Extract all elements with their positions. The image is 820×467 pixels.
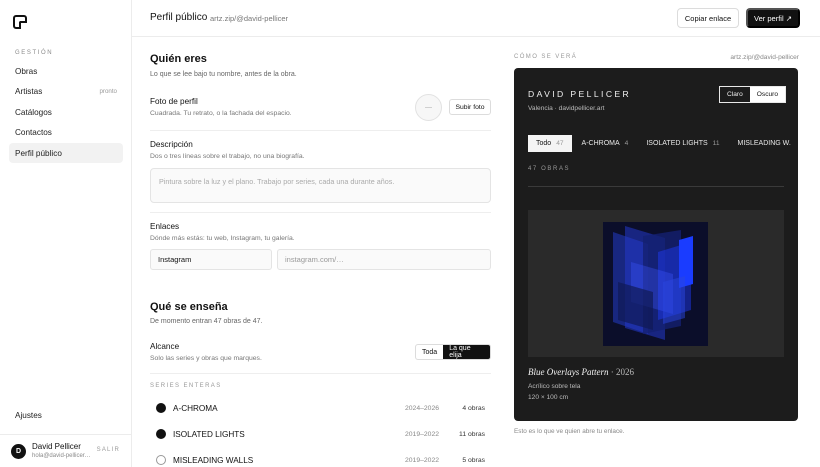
series-name: MISLEADING WALLS: [173, 455, 254, 465]
top-bar: Perfil público artz.zip/@david-pellicer …: [132, 0, 820, 37]
scope-toggle: Toda La que elija: [415, 344, 491, 360]
sidebar-item-catalogos[interactable]: Catálogos: [9, 102, 123, 122]
links-help: Dónde más estás: tu web, Instagram, tu g…: [150, 235, 295, 242]
tab-label: Todo: [536, 140, 552, 147]
sidebar-item-artistas[interactable]: Artistas pronto: [9, 82, 123, 102]
sidebar-item-label: Artistas: [15, 87, 43, 96]
series-checkbox[interactable]: [156, 429, 166, 439]
avatar: D: [11, 443, 26, 459]
preview-works-count: 47 OBRAS: [528, 166, 571, 172]
preview-label: CÓMO SE VERÁ: [514, 54, 578, 60]
preview-tab-misleading-walls[interactable]: MISLEADING W.: [730, 135, 798, 152]
artwork-dimensions: 120 × 100 cm: [528, 394, 569, 401]
sidebar-item-label: Catálogos: [15, 107, 52, 117]
page-title: Perfil público: [150, 12, 208, 23]
artwork-graphic: [603, 222, 708, 346]
nav-section-label: GESTIÓN: [15, 50, 54, 56]
tab-count: 47: [556, 140, 564, 147]
series-checkbox[interactable]: [156, 403, 166, 413]
coming-soon-badge: pronto: [99, 88, 117, 95]
divider: [150, 130, 491, 131]
divider: [528, 186, 784, 187]
copy-link-button[interactable]: Copiar enlace: [677, 8, 739, 28]
sidebar-item-contactos[interactable]: Contactos: [9, 123, 123, 143]
theme-option-dark[interactable]: Oscuro: [749, 87, 786, 102]
series-name: ISOLATED LIGHTS: [173, 429, 245, 439]
artwork-title: Blue Overlays Pattern · 2026: [528, 367, 634, 377]
artwork-medium: Acrílico sobre tela: [528, 383, 581, 390]
series-checkbox[interactable]: [156, 455, 166, 465]
section-title-who: Quién eres: [150, 53, 207, 65]
link-url-input[interactable]: instagram.com/…: [277, 249, 491, 270]
preview-tab-todo[interactable]: Todo 47: [528, 135, 572, 152]
upload-photo-button[interactable]: Subir foto: [449, 99, 491, 115]
tab-count: 11: [712, 140, 720, 147]
view-profile-button[interactable]: Ver perfil ↗: [746, 8, 800, 28]
scope-option-all[interactable]: Toda: [416, 345, 443, 359]
tab-label: A-CHROMA: [581, 140, 620, 147]
artwork-image: [603, 222, 708, 346]
series-heading: SERIES ENTERAS: [150, 383, 222, 389]
description-label: Descripción: [150, 140, 193, 149]
sidebar-item-ajustes[interactable]: Ajustes: [15, 411, 42, 420]
series-years: 2019–2022: [405, 430, 440, 438]
links-label: Enlaces: [150, 222, 180, 231]
user-panel: D David Pellicer hola@david-pellicer.art…: [0, 434, 132, 467]
scope-option-selected[interactable]: La que elija: [443, 345, 490, 359]
series-name: A-CHROMA: [173, 403, 218, 413]
sidebar: GESTIÓN Obras Artistas pronto Catálogos …: [0, 0, 132, 467]
series-row[interactable]: ISOLATED LIGHTS 2019–2022 11 obras: [150, 421, 491, 447]
series-row[interactable]: A-CHROMA 2024–2026 4 obras: [150, 395, 491, 421]
artwork-year: · 2026: [608, 367, 634, 377]
logout-button[interactable]: SALIR: [97, 447, 120, 453]
tab-label: ISOLATED LIGHTS: [646, 140, 708, 147]
preview-footnote: Esto es lo que ve quien abre tu enlace.: [514, 428, 625, 435]
description-textarea[interactable]: Pintura sobre la luz y el plano. Trabajo…: [150, 168, 491, 203]
sidebar-item-label: Perfil público: [15, 148, 62, 158]
photo-label: Foto de perfil: [150, 97, 198, 106]
scope-help: Solo las series y obras que marques.: [150, 355, 262, 362]
profile-preview: DAVID PELLICER Valencia · davidpellicer.…: [514, 68, 798, 421]
preview-tab-isolated-lights[interactable]: ISOLATED LIGHTS 11: [638, 135, 727, 152]
link-network-select[interactable]: Instagram: [150, 249, 272, 270]
artwork-title-text: Blue Overlays Pattern: [528, 367, 609, 377]
preview-series-tabs: Todo 47 A-CHROMA 4 ISOLATED LIGHTS 11 MISLE…: [528, 135, 798, 152]
divider: [150, 212, 491, 213]
theme-toggle: Claro Oscuro: [719, 86, 787, 103]
user-name: David Pellicer: [32, 442, 81, 451]
divider: [150, 373, 491, 374]
description-help: Dos o tres líneas sobre el trabajo, no u…: [150, 153, 305, 160]
preview-tab-a-chroma[interactable]: A-CHROMA 4: [574, 135, 637, 152]
section-title-shown: Qué se enseña: [150, 301, 228, 313]
tab-label: MISLEADING W.: [737, 140, 791, 147]
series-row[interactable]: MISLEADING WALLS 2019–2022 5 obras: [150, 447, 491, 467]
series-years: 2019–2022: [405, 456, 440, 464]
sidebar-item-label: Obras: [15, 66, 38, 76]
preview-location: Valencia · davidpellicer.art: [528, 105, 605, 112]
sidebar-item-obras[interactable]: Obras: [9, 61, 123, 81]
profile-photo-placeholder[interactable]: —: [415, 94, 442, 121]
preview-artist-name: DAVID PELLICER: [528, 89, 632, 99]
scope-label: Alcance: [150, 342, 180, 351]
user-email: hola@david-pellicer.art: [32, 453, 92, 459]
sidebar-item-label: Contactos: [15, 128, 52, 137]
series-years: 2024–2026: [405, 404, 440, 412]
user-info: David Pellicer hola@david-pellicer.art: [32, 442, 92, 460]
sidebar-item-perfil-publico[interactable]: Perfil público: [9, 143, 123, 163]
series-count: 5 obras: [462, 456, 485, 464]
photo-help: Cuadrada. Tu retrato, o la fachada del e…: [150, 110, 292, 117]
theme-option-light[interactable]: Claro: [720, 87, 750, 102]
sidebar-nav: Obras Artistas pronto Catálogos Contacto…: [9, 61, 123, 164]
artwork-frame[interactable]: [528, 210, 784, 357]
preview-url: artz.zip/@david-pellicer: [730, 54, 799, 61]
section-subtitle-who: Lo que se lee bajo tu nombre, antes de l…: [150, 71, 297, 78]
tab-count: 4: [624, 140, 629, 147]
series-count: 4 obras: [462, 404, 485, 412]
app-logo-icon[interactable]: [13, 15, 27, 29]
profile-url: artz.zip/@david-pellicer: [210, 14, 289, 23]
section-subtitle-shown: De momento entran 47 obras de 47.: [150, 318, 263, 325]
series-count: 11 obras: [459, 430, 485, 438]
